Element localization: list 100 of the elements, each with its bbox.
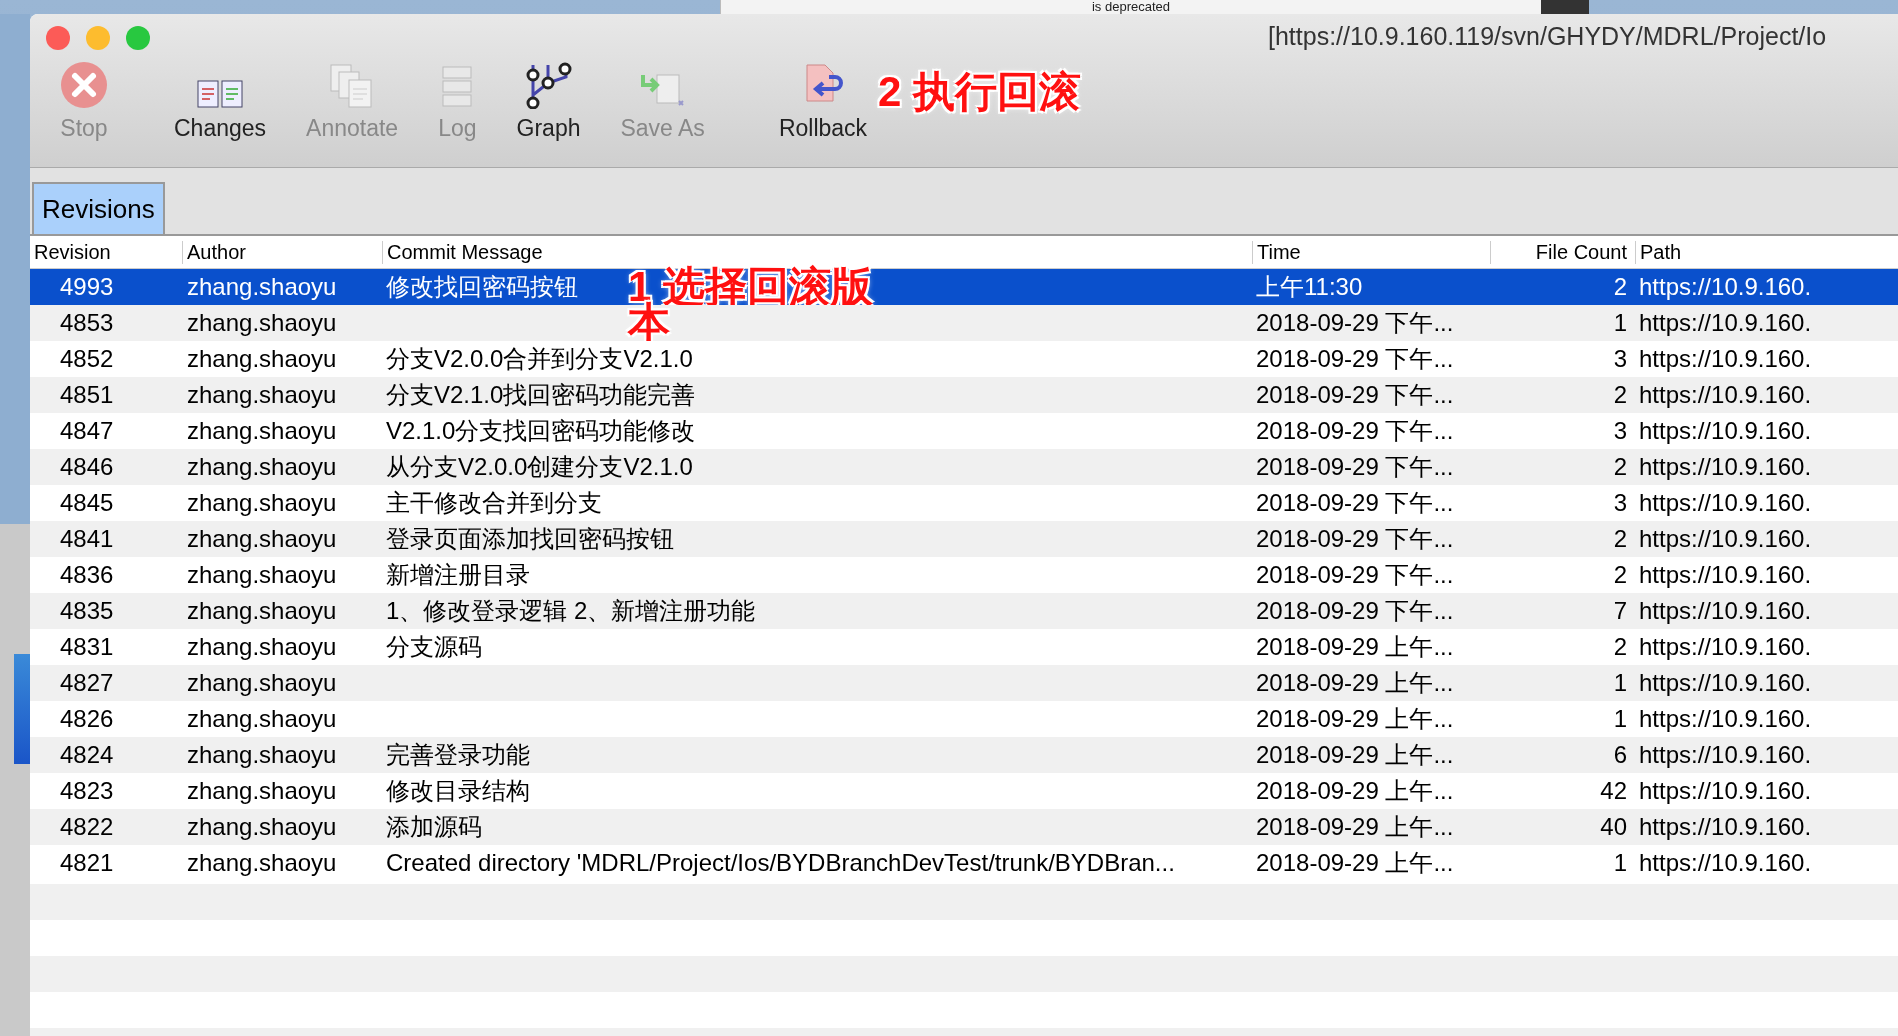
table-cell-text: 2018-09-29 下午... bbox=[1255, 452, 1455, 482]
documents-icon bbox=[197, 79, 244, 109]
table-cell-text: 2 bbox=[1612, 381, 1628, 409]
table-cell-text: 2018-09-29 下午... bbox=[1255, 560, 1455, 590]
table-cell-text: 4841 bbox=[59, 525, 115, 553]
toolbar-button[interactable]: Changes bbox=[154, 58, 287, 142]
table-cell-text: 4847 bbox=[59, 417, 115, 445]
table-cell-text: 修改找回密码按钮 bbox=[385, 272, 578, 302]
table-cell-text: https://10.9.160. bbox=[1638, 633, 1813, 661]
table-cell-text: 3 bbox=[1612, 345, 1628, 373]
table-cell-text: 2018-09-29 上午... bbox=[1255, 848, 1455, 878]
table-cell-text: 2 bbox=[1612, 633, 1628, 661]
column-header[interactable]: Revision bbox=[30, 240, 182, 264]
table-cell-text: zhang.shaoyu bbox=[186, 345, 338, 373]
table-cell-text: zhang.shaoyu bbox=[186, 705, 338, 733]
table-cell-text: 4993 bbox=[59, 273, 115, 301]
table-cell-text: 2 bbox=[1612, 525, 1628, 553]
tab[interactable]: Revisions bbox=[32, 182, 165, 234]
table-cell-text: https://10.9.160. bbox=[1638, 597, 1813, 625]
table-cell-text: 4826 bbox=[59, 705, 115, 733]
window-control-button[interactable] bbox=[46, 26, 70, 50]
window-control-button[interactable] bbox=[126, 26, 150, 50]
table-cell-text: https://10.9.160. bbox=[1638, 849, 1813, 877]
stop-icon bbox=[60, 61, 108, 109]
table-cell-text: 登录页面添加找回密码按钮 bbox=[385, 524, 674, 554]
table-cell-text: 2018-09-29 下午... bbox=[1255, 308, 1455, 338]
table-cell-text: 1 bbox=[1612, 849, 1628, 877]
table-cell-text: zhang.shaoyu bbox=[186, 525, 338, 553]
table-cell-text: https://10.9.160. bbox=[1638, 381, 1813, 409]
table-cell-text: 4827 bbox=[59, 669, 115, 697]
table-cell-text: 分支V2.1.0找回密码功能完善 bbox=[385, 380, 696, 410]
column-header[interactable]: File Count bbox=[1490, 240, 1635, 264]
table-cell-text: 4845 bbox=[59, 489, 115, 517]
table-cell-text: 4821 bbox=[59, 849, 115, 877]
table-cell-text: https://10.9.160. bbox=[1638, 561, 1813, 589]
table-cell-text: 4823 bbox=[59, 777, 115, 805]
table-cell-text: 分支V2.0.0合并到分支V2.1.0 bbox=[385, 344, 693, 374]
table-cell-text: 2018-09-29 下午... bbox=[1255, 596, 1455, 626]
toolbar-button[interactable]: Graph bbox=[496, 58, 601, 142]
table-cell-text: 4824 bbox=[59, 741, 115, 769]
table-cell-text: https://10.9.160. bbox=[1638, 813, 1813, 841]
table-cell-text: 1 bbox=[1612, 705, 1628, 733]
table-cell-text: 添加源码 bbox=[385, 812, 482, 842]
table-cell-text: 完善登录功能 bbox=[385, 740, 530, 770]
table-cell-text: zhang.shaoyu bbox=[186, 777, 338, 805]
table-cell-text: https://10.9.160. bbox=[1638, 489, 1813, 517]
table-cell-text: 2018-09-29 下午... bbox=[1255, 524, 1455, 554]
table-cell-text: 上午11:30 bbox=[1255, 272, 1364, 302]
table-cell-text: 40 bbox=[1599, 813, 1628, 841]
annotation-text: 2 执行回滚 bbox=[878, 67, 1082, 117]
table-cell-text: 分支源码 bbox=[385, 632, 482, 662]
table-cell-text: zhang.shaoyu bbox=[186, 561, 338, 589]
column-header[interactable]: Commit Message bbox=[382, 240, 1252, 264]
table-cell-text: 2018-09-29 上午... bbox=[1255, 704, 1455, 734]
table-cell-text: https://10.9.160. bbox=[1638, 273, 1813, 301]
table-cell-text: 2018-09-29 下午... bbox=[1255, 344, 1455, 374]
table-cell-text: 2 bbox=[1612, 453, 1628, 481]
table-cell-text: zhang.shaoyu bbox=[186, 813, 338, 841]
table-cell-text: Created directory 'MDRL/Project/Ios/BYDBranchDevTest/trunk/BYDBran... bbox=[385, 849, 1175, 877]
table-cell-text: 4852 bbox=[59, 345, 115, 373]
table-cell-text: 2018-09-29 上午... bbox=[1255, 812, 1455, 842]
column-header[interactable]: Time bbox=[1252, 240, 1490, 264]
table-cell-text: 2 bbox=[1612, 561, 1628, 589]
table-cell-text: https://10.9.160. bbox=[1638, 345, 1813, 373]
table-cell-text: zhang.shaoyu bbox=[186, 741, 338, 769]
column-header[interactable]: Author bbox=[182, 240, 382, 264]
table-cell-text: 4836 bbox=[59, 561, 115, 589]
table-cell-text: 从分支V2.0.0创建分支V2.1.0 bbox=[385, 452, 693, 482]
table-cell-text: zhang.shaoyu bbox=[186, 309, 338, 337]
background-window-text: is deprecated bbox=[720, 0, 1541, 14]
branch-graph-icon bbox=[524, 61, 573, 109]
table-cell-text: https://10.9.160. bbox=[1638, 309, 1813, 337]
table-cell-text: zhang.shaoyu bbox=[186, 381, 338, 409]
table-cell-text: 4846 bbox=[59, 453, 115, 481]
table-cell-text: 主干修改合并到分支 bbox=[385, 488, 602, 518]
list-icon bbox=[441, 65, 474, 109]
table-cell-text: 1、修改登录逻辑 2、新增注册功能 bbox=[385, 596, 756, 626]
table-cell-text: 6 bbox=[1612, 741, 1628, 769]
table-cell-text: 4822 bbox=[59, 813, 115, 841]
desktop-icon bbox=[14, 654, 30, 764]
table-cell-text: 3 bbox=[1612, 417, 1628, 445]
column-header[interactable]: Path bbox=[1635, 240, 1898, 264]
table-cell-text: zhang.shaoyu bbox=[186, 633, 338, 661]
table-cell-text: V2.1.0分支找回密码功能修改 bbox=[385, 416, 696, 446]
table-cell-text: https://10.9.160. bbox=[1638, 777, 1813, 805]
table-cell-text: 4851 bbox=[59, 381, 115, 409]
table-cell-text: zhang.shaoyu bbox=[186, 417, 338, 445]
table-cell-text: https://10.9.160. bbox=[1638, 525, 1813, 553]
table-cell-text: https://10.9.160. bbox=[1638, 705, 1813, 733]
table-cell-text: zhang.shaoyu bbox=[186, 273, 338, 301]
table-cell-text: 42 bbox=[1599, 777, 1628, 805]
table-cell-text: 1 bbox=[1612, 309, 1628, 337]
table-cell-text: zhang.shaoyu bbox=[186, 453, 338, 481]
table-cell-text: https://10.9.160. bbox=[1638, 453, 1813, 481]
window-control-button[interactable] bbox=[86, 26, 110, 50]
table-cell-text: https://10.9.160. bbox=[1638, 669, 1813, 697]
table-cell-text: zhang.shaoyu bbox=[186, 597, 338, 625]
table-cell-text: 2018-09-29 上午... bbox=[1255, 740, 1455, 770]
table-cell-text: 2018-09-29 上午... bbox=[1255, 668, 1455, 698]
window-edge bbox=[1541, 0, 1589, 14]
